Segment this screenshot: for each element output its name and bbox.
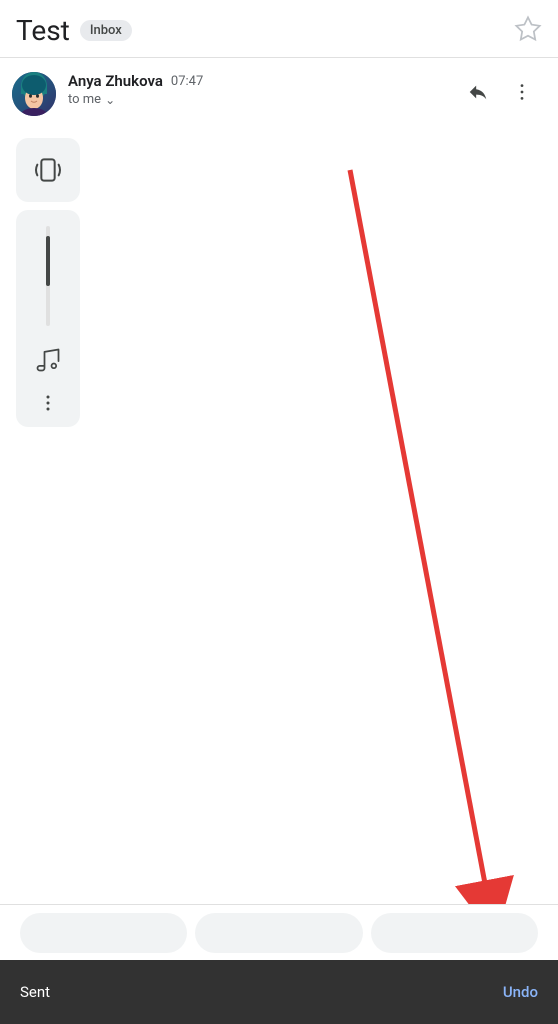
tab-item-1[interactable]: [20, 913, 187, 953]
star-button[interactable]: [514, 15, 542, 47]
tab-item-2[interactable]: [195, 913, 362, 953]
more-options-button[interactable]: [502, 72, 542, 112]
snackbar-sent-label: Sent: [20, 983, 50, 1001]
sender-name: Anya Zhukova: [68, 72, 163, 90]
slider-track: [46, 226, 50, 326]
email-row: Anya Zhukova 07:47 to me ⌄: [0, 58, 558, 130]
sender-line: Anya Zhukova 07:47: [68, 72, 446, 90]
email-header: Test Inbox: [0, 0, 558, 57]
reply-icon: [467, 81, 489, 103]
header-left: Test Inbox: [16, 14, 132, 47]
page-title: Test: [16, 14, 70, 47]
bottom-tabs: [0, 904, 558, 960]
undo-button[interactable]: Undo: [503, 983, 538, 1001]
to-line[interactable]: to me ⌄: [68, 92, 446, 107]
vertical-dots-button[interactable]: [36, 391, 60, 419]
tab-item-3[interactable]: [371, 913, 538, 953]
to-label: to me: [68, 92, 101, 107]
music-note-icon: [34, 346, 62, 374]
snackbar: Sent Undo: [0, 960, 558, 1024]
vibrate-icon-box[interactable]: [16, 138, 80, 202]
more-options-icon: [511, 81, 533, 103]
star-icon: [514, 15, 542, 43]
attachment-area: [0, 130, 558, 435]
music-note-icon-box[interactable]: [34, 346, 62, 379]
slider-thumb: [46, 236, 50, 286]
inbox-badge: Inbox: [80, 20, 132, 41]
avatar: [12, 72, 56, 116]
email-time: 07:47: [171, 74, 203, 89]
email-info: Anya Zhukova 07:47 to me ⌄: [68, 72, 446, 107]
media-panel: [16, 210, 80, 427]
chevron-down-icon: ⌄: [105, 93, 115, 107]
avatar-image: [12, 72, 56, 116]
vertical-dots-icon: [36, 391, 60, 415]
vibrate-icon: [32, 154, 64, 186]
reply-button[interactable]: [458, 72, 498, 112]
vertical-slider[interactable]: [46, 218, 50, 334]
email-actions: [458, 72, 542, 112]
